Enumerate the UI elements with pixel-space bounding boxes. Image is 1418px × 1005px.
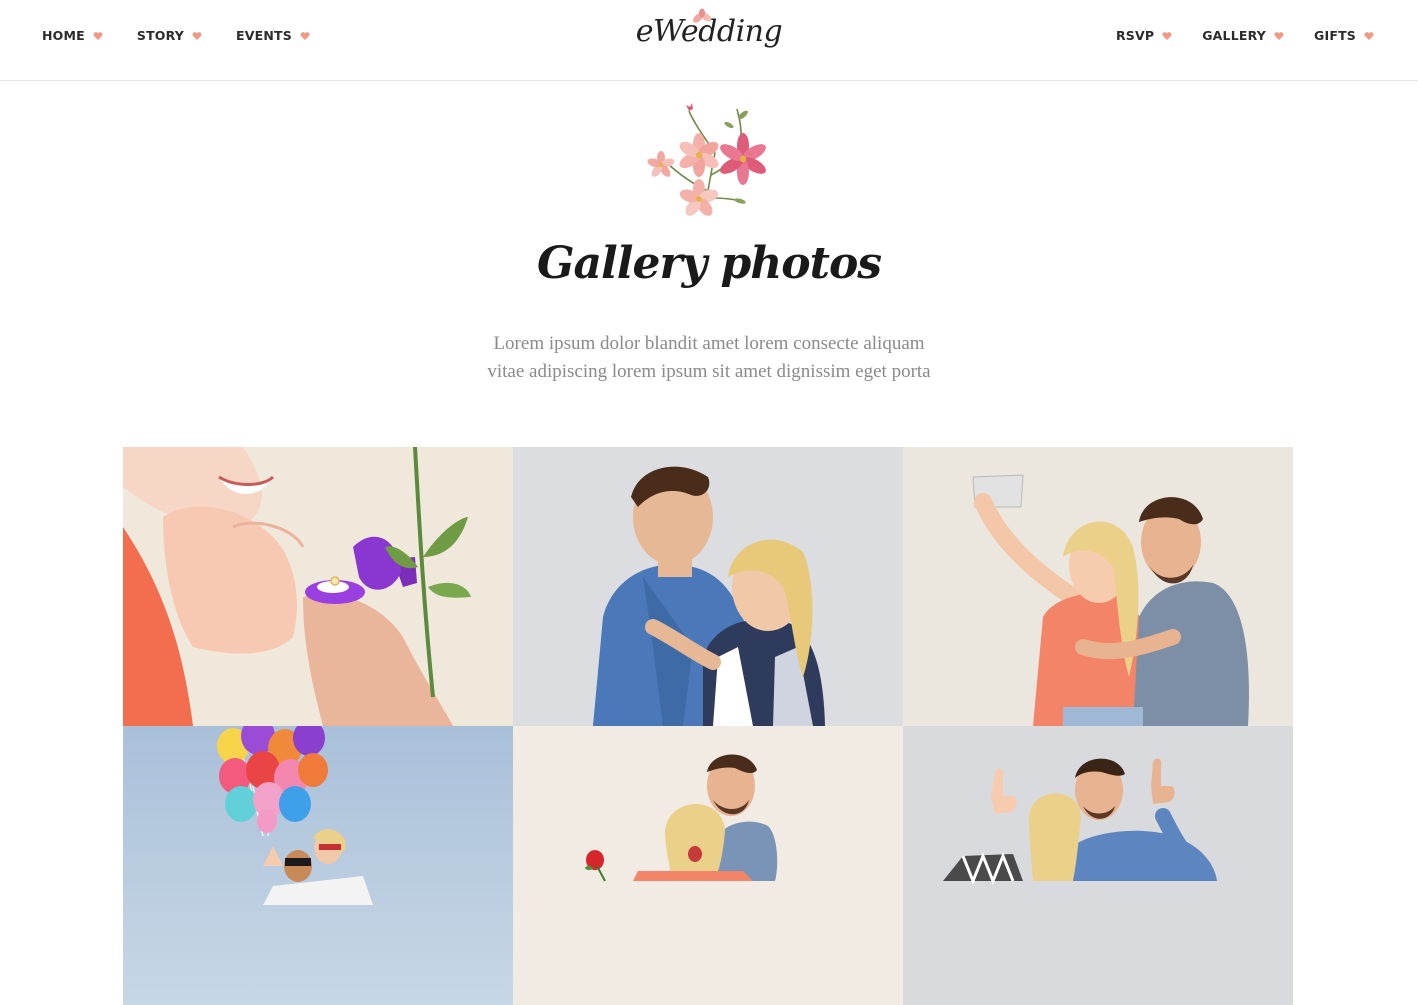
- nav-item-label: RSVP: [1115, 28, 1155, 43]
- section-description: Lorem ipsum dolor blandit amet lorem con…: [459, 330, 959, 386]
- description-line: Lorem ipsum dolor blandit amet lorem con…: [493, 333, 925, 354]
- heart-icon: [1274, 31, 1284, 40]
- photo-image: [123, 447, 513, 726]
- gallery-photo-thumbs-up[interactable]: [903, 726, 1293, 1005]
- gallery-photo-couple-selfie[interactable]: [903, 447, 1293, 726]
- nav-item-gifts[interactable]: GIFTS: [1314, 28, 1374, 43]
- nav-item-label: GALLERY: [1202, 28, 1267, 43]
- heart-icon: [1162, 31, 1172, 40]
- gallery-photo-couple-rose[interactable]: [513, 726, 903, 1005]
- flower-decoration: [647, 103, 766, 216]
- photo-gallery: [123, 447, 1293, 1005]
- petal-icon: [692, 8, 712, 23]
- description-line: vitae adipiscing lorem ipsum sit amet di…: [487, 361, 931, 382]
- photo-image: [513, 447, 903, 726]
- gallery-photo-couple-embrace[interactable]: [513, 447, 903, 726]
- nav-item-label: GIFTS: [1314, 28, 1356, 43]
- page-title: Gallery photos: [536, 238, 882, 289]
- photo-image: [903, 726, 1293, 1005]
- gallery-photo-proposal[interactable]: [123, 447, 513, 726]
- gallery-photo-balloons[interactable]: [123, 726, 513, 1005]
- photo-image: [123, 726, 513, 1005]
- nav-item-gallery[interactable]: GALLERY: [1202, 28, 1284, 43]
- nav-right: RSVP GALLERY GIFTS: [1086, 28, 1374, 43]
- photo-image: [513, 726, 903, 1005]
- photo-image: [903, 447, 1293, 726]
- nav-item-rsvp[interactable]: RSVP: [1116, 28, 1172, 43]
- header-bar: HOME STORY EVENTS eWedding RSVP GALLERY …: [0, 0, 1418, 81]
- heart-icon: [1364, 31, 1374, 40]
